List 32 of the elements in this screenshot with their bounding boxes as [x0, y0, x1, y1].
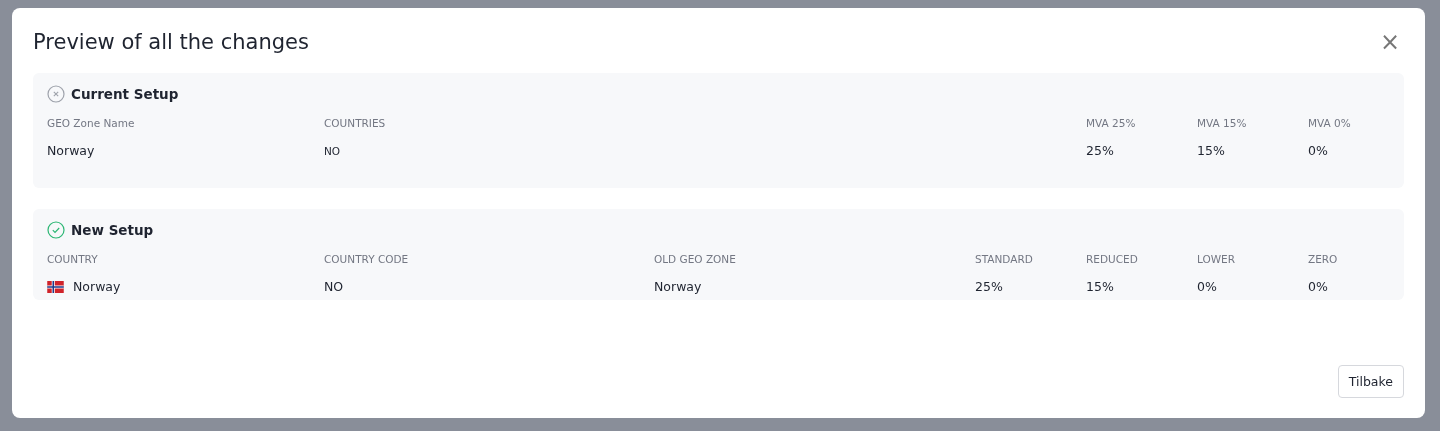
column-header: STANDARD — [975, 253, 1033, 265]
column-header: REDUCED — [1086, 253, 1138, 265]
table-cell: Norway — [73, 279, 121, 294]
table-cell: 25% — [1086, 143, 1114, 158]
column-header: LOWER — [1197, 253, 1236, 265]
column-header: GEO Zone Name — [47, 117, 135, 129]
section-title: New Setup — [71, 222, 154, 238]
column-header: COUNTRY CODE — [324, 253, 409, 265]
table-cell: 0% — [1308, 279, 1328, 294]
column-header: COUNTRY — [47, 253, 98, 265]
column-header: ZERO — [1308, 253, 1338, 265]
table-cell: 0% — [1308, 143, 1328, 158]
section-title: Current Setup — [71, 86, 179, 102]
flag-icon — [47, 280, 64, 293]
table-cell: 25% — [975, 279, 1003, 294]
column-header: MVA 15% — [1197, 117, 1247, 129]
check-circle-icon — [47, 221, 65, 239]
close-circle-icon — [47, 85, 65, 103]
table-cell: 15% — [1197, 143, 1225, 158]
table-cell: NO — [324, 279, 344, 294]
table-cell: NO — [324, 144, 341, 157]
table-cell: 15% — [1086, 279, 1114, 294]
column-header: MVA 25% — [1086, 117, 1136, 129]
column-header: MVA 0% — [1308, 117, 1351, 129]
table-cell: Norway — [47, 143, 95, 158]
close-button[interactable]: × — [1375, 30, 1404, 54]
column-header: COUNTRIES — [324, 117, 386, 129]
table-cell: 0% — [1197, 279, 1217, 294]
column-header: OLD GEO ZONE — [654, 253, 736, 265]
dialog-title: Preview of all the changes — [33, 30, 309, 54]
table-cell: Norway — [654, 279, 702, 294]
back-button[interactable]: Tilbake — [1337, 365, 1404, 398]
